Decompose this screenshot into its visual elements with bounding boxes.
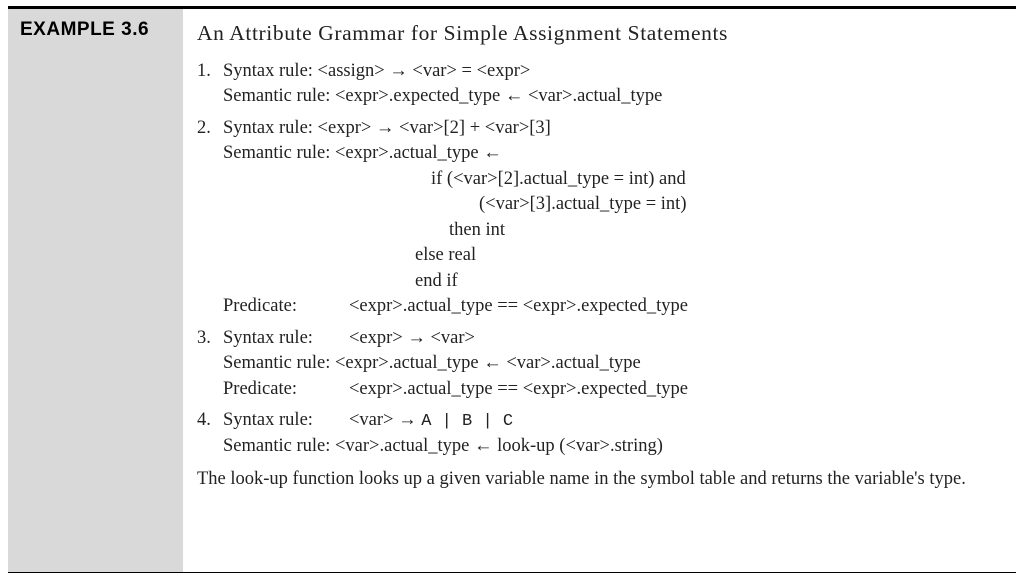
then-line: then int [449,218,998,244]
semantic-line: Semantic rule: <var>.actual_type ← look-… [223,434,998,460]
predicate-line: Predicate:<expr>.actual_type == <expr>.e… [223,294,998,320]
rule-body: Syntax rule:<var> → A | B | C Semantic r… [223,408,998,459]
predicate-line: Predicate:<expr>.actual_type == <expr>.e… [223,377,998,403]
endif-line: end if [415,269,998,295]
semantic-line-start: Semantic rule: <expr>.actual_type ← [223,141,998,167]
rule-2: 2. Syntax rule: <expr> → <var>[2] + <var… [197,116,998,320]
syntax-body-mono: A | B | C [421,412,513,431]
predicate-label: Predicate: [223,294,349,320]
semantic-body: <expr>.actual_type ← <var>.actual_type [335,353,641,373]
syntax-label: Syntax rule: [223,118,313,138]
else-line: else real [415,243,998,269]
rule-3: 3. Syntax rule:<expr> → <var> Semantic r… [197,326,998,403]
example-title: An Attribute Grammar for Simple Assignme… [197,19,998,49]
rule-number: 2. [197,116,223,320]
syntax-line: Syntax rule:<var> → A | B | C [223,408,998,434]
semantic-body: <var>.actual_type ← look-up (<var>.strin… [335,436,663,456]
example-number: EXAMPLE 3.6 [20,19,171,41]
syntax-line: Syntax rule: <expr> → <var>[2] + <var>[3… [223,116,998,142]
syntax-line: Syntax rule:<expr> → <var> [223,326,998,352]
syntax-label: Syntax rule: [223,408,349,434]
if-line: if (<var>[2].actual_type = int) and [431,167,998,193]
example-box: EXAMPLE 3.6 An Attribute Grammar for Sim… [8,6,1016,573]
syntax-label: Syntax rule: [223,326,349,352]
semantic-label: Semantic rule: [223,436,330,456]
semantic-line: Semantic rule: <expr>.actual_type ← <var… [223,351,998,377]
footer-text: The look-up function looks up a given va… [197,467,998,493]
syntax-body: <expr> → <var> [349,328,475,348]
semantic-label: Semantic rule: [223,86,330,106]
rule-4: 4. Syntax rule:<var> → A | B | C Semanti… [197,408,998,459]
syntax-line: Syntax rule: <assign> → <var> = <expr> [223,59,998,85]
rule-1: 1. Syntax rule: <assign> → <var> = <expr… [197,59,998,110]
example-content: An Attribute Grammar for Simple Assignme… [183,9,1016,572]
paren2-line: (<var>[3].actual_type = int) [479,192,998,218]
syntax-body: <assign> → <var> = <expr> [318,61,531,81]
syntax-label: Syntax rule: [223,61,313,81]
semantic-label: Semantic rule: [223,143,330,163]
semantic-line: Semantic rule: <expr>.expected_type ← <v… [223,84,998,110]
predicate-label: Predicate: [223,377,349,403]
syntax-body: <expr> → <var>[2] + <var>[3] [318,118,551,138]
rule-number: 4. [197,408,223,459]
rule-number: 3. [197,326,223,403]
semantic-label: Semantic rule: [223,353,330,373]
predicate-body: <expr>.actual_type == <expr>.expected_ty… [349,379,688,399]
syntax-body-prefix: <var> → [349,410,421,430]
predicate-body: <expr>.actual_type == <expr>.expected_ty… [349,296,688,316]
semantic-body: <expr>.expected_type ← <var>.actual_type [335,86,662,106]
rule-body: Syntax rule:<expr> → <var> Semantic rule… [223,326,998,403]
example-label-panel: EXAMPLE 3.6 [8,9,183,572]
rule-body: Syntax rule: <expr> → <var>[2] + <var>[3… [223,116,998,320]
semantic-body-start: <expr>.actual_type ← [335,143,502,163]
rule-number: 1. [197,59,223,110]
rule-body: Syntax rule: <assign> → <var> = <expr> S… [223,59,998,110]
